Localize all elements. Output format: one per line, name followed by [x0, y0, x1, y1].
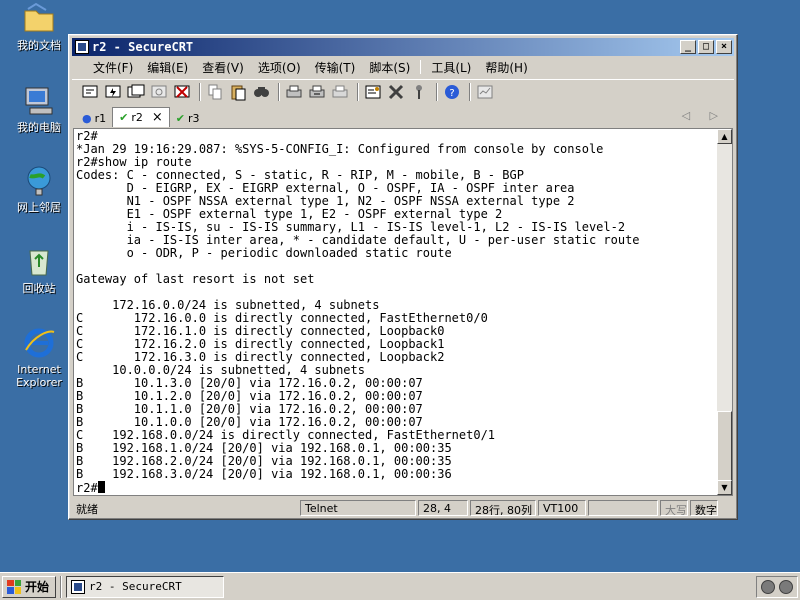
status-caps: 大写 — [660, 500, 688, 516]
internet-explorer-icon — [22, 326, 56, 360]
terminal-prompt: r2# — [76, 481, 98, 495]
menu-transfer[interactable]: 传输(T) — [308, 59, 363, 76]
menu-tools[interactable]: 工具(L) — [424, 59, 478, 76]
taskbar-task-label: r2 - SecureCRT — [89, 580, 182, 593]
taskbar-securecrt-button[interactable]: r2 - SecureCRT — [66, 575, 225, 598]
tab-r1[interactable]: ● r1 — [76, 109, 112, 127]
tab-r3[interactable]: ✔ r3 — [170, 109, 206, 127]
status-protocol: Telnet — [300, 500, 416, 516]
close-button[interactable]: × — [716, 40, 732, 54]
folder-icon — [22, 2, 56, 36]
help-icon[interactable]: ? — [442, 82, 462, 102]
connect-tab-icon[interactable] — [126, 82, 146, 102]
start-label: 开始 — [25, 580, 50, 594]
tray-network-icon[interactable] — [761, 580, 775, 594]
tab-label: r1 — [94, 111, 107, 125]
window-titlebar[interactable]: r2 - SecureCRT _ □ × — [72, 38, 734, 56]
menu-bar: 文件(F) 编辑(E) 查看(V) 选项(O) 传输(T) 脚本(S) 工具(L… — [72, 57, 734, 77]
reconnect-icon[interactable] — [149, 82, 169, 102]
toolbar-separator — [469, 82, 471, 101]
terminal-line: B 192.168.3.0/24 [20/0] via 192.168.0.1,… — [76, 467, 452, 481]
status-num: 数字 — [690, 500, 718, 516]
desktop-icon-my-computer[interactable]: 我的电脑 — [8, 84, 70, 134]
checkmark-icon: ✔ — [119, 111, 129, 124]
toolbar: ? — [72, 79, 734, 103]
desktop-icon-label: 我的电脑 — [17, 121, 61, 134]
info-icon: ● — [82, 111, 92, 125]
key-map-icon[interactable] — [409, 82, 429, 102]
menu-options[interactable]: 选项(O) — [251, 59, 308, 76]
scroll-down-icon[interactable]: ▼ — [717, 480, 732, 495]
desktop-icon-label: Internet Explorer — [16, 363, 62, 389]
desktop-icon-label: 回收站 — [22, 282, 56, 295]
minimize-button[interactable]: _ — [680, 40, 696, 54]
print-selection-icon[interactable] — [307, 82, 327, 102]
toolbar-separator — [357, 82, 359, 101]
start-button[interactable]: 开始 — [2, 575, 57, 598]
svg-text:?: ? — [449, 88, 454, 99]
print-icon[interactable] — [330, 82, 350, 102]
checkmark-icon: ✔ — [175, 111, 186, 125]
connect-icon[interactable] — [80, 82, 100, 102]
terminal-prompt-line: r2# — [76, 481, 715, 495]
global-options-icon[interactable] — [386, 82, 406, 102]
computer-icon — [22, 84, 56, 118]
scroll-thumb[interactable] — [717, 411, 732, 481]
recycle-bin-icon — [22, 245, 56, 279]
securecrt-app-icon — [71, 579, 86, 594]
desktop-icon-label: 网上邻居 — [17, 201, 61, 214]
toolbar-separator — [436, 82, 438, 101]
tab-r2[interactable]: ✔ r2 × — [112, 107, 170, 127]
menu-help[interactable]: 帮助(H) — [478, 59, 534, 76]
terminal-line: o - ODR, P - periodic downloaded static … — [76, 246, 452, 260]
session-tab-bar: ● r1 ✔ r2 × ✔ r3 ◁ ▷ — [72, 106, 734, 127]
terminal-scrollbar[interactable]: ▲ ▼ — [717, 128, 733, 496]
session-options-icon[interactable] — [363, 82, 383, 102]
find-icon[interactable] — [251, 82, 271, 102]
terminal-cursor — [97, 481, 105, 493]
desktop-icon-my-documents[interactable]: 我的文档 — [8, 2, 70, 52]
toolbar-separator — [199, 82, 201, 101]
tab-scroll-arrows-icon[interactable]: ◁ ▷ — [682, 109, 726, 122]
menu-edit[interactable]: 编辑(E) — [140, 59, 195, 76]
menu-script[interactable]: 脚本(S) — [362, 59, 417, 76]
system-tray — [756, 576, 798, 598]
securecrt-app-icon[interactable] — [75, 40, 89, 54]
scroll-up-icon[interactable]: ▲ — [717, 129, 732, 144]
desktop-icon-label: 我的文档 — [17, 39, 61, 52]
securecrt-window: r2 - SecureCRT _ □ × 文件(F) 编辑(E) 查看(V) 选… — [68, 34, 738, 520]
tray-volume-icon[interactable] — [779, 580, 793, 594]
network-globe-icon — [22, 164, 56, 198]
status-cursor-position: 28, 4 — [418, 500, 468, 516]
status-terminal-size: 28行, 80列 — [470, 500, 536, 516]
status-ready: 就绪 — [76, 503, 98, 516]
maximize-button[interactable]: □ — [698, 40, 714, 54]
desktop-icon-network[interactable]: 网上邻居 — [8, 164, 70, 214]
terminal-line: Gateway of last resort is not set — [76, 272, 315, 286]
disconnect-icon[interactable] — [172, 82, 192, 102]
windows-logo-icon — [7, 579, 21, 594]
keymap-editor-icon[interactable] — [475, 82, 495, 102]
status-empty — [588, 500, 658, 516]
menu-separator — [420, 60, 422, 74]
status-bar: 就绪 Telnet 28, 4 28行, 80列 VT100 大写 数字 — [72, 499, 734, 517]
paste-icon[interactable] — [228, 82, 248, 102]
taskbar: 开始 r2 - SecureCRT — [0, 572, 800, 600]
tab-close-icon[interactable]: × — [152, 110, 163, 125]
toolbar-separator — [278, 82, 280, 101]
window-title: r2 - SecureCRT — [92, 40, 194, 54]
tab-label: r2 — [131, 111, 143, 124]
menu-file[interactable]: 文件(F) — [86, 59, 140, 76]
desktop-icon-internet-explorer[interactable]: Internet Explorer — [8, 326, 70, 389]
desktop-icon-recycle-bin[interactable]: 回收站 — [8, 245, 70, 295]
terminal-output[interactable]: r2# *Jan 29 19:16:29.087: %SYS-5-CONFIG_I… — [73, 128, 717, 496]
menu-view[interactable]: 查看(V) — [195, 59, 251, 76]
taskbar-separator — [60, 575, 63, 598]
copy-icon[interactable] — [205, 82, 225, 102]
tab-label: r3 — [188, 111, 200, 125]
status-emulation: VT100 — [538, 500, 586, 516]
print-setup-icon[interactable] — [284, 82, 304, 102]
quick-connect-icon[interactable] — [103, 82, 123, 102]
